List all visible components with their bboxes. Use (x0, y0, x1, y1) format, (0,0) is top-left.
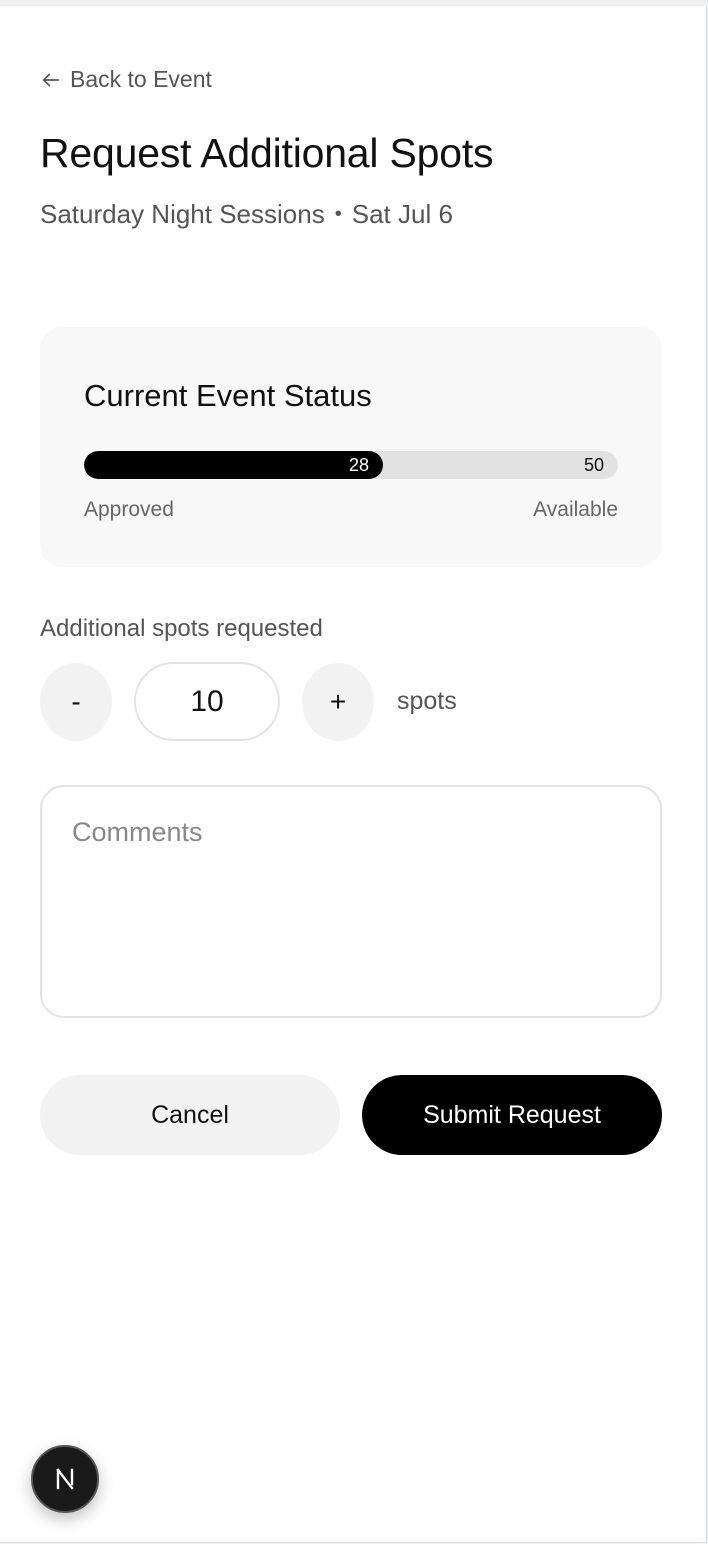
back-to-event-link[interactable]: Back to Event (40, 66, 212, 93)
available-count: 50 (583, 455, 604, 475)
increment-button[interactable]: + (302, 662, 374, 741)
separator-dot: • (334, 203, 342, 225)
nextjs-dev-button[interactable] (31, 1445, 99, 1513)
additional-spots-label: Additional spots requested (40, 615, 323, 642)
n-logo-icon (56, 1468, 74, 1490)
capacity-progress-bar: 28 50 (84, 451, 618, 479)
event-date: Sat Jul 6 (351, 199, 453, 229)
event-subtitle: Saturday Night Sessions • Sat Jul 6 (40, 199, 453, 230)
cancel-button[interactable]: Cancel (40, 1075, 340, 1155)
approved-count: 28 (349, 455, 370, 475)
approved-label: Approved (84, 498, 174, 521)
available-label: Available (533, 498, 618, 521)
comments-textarea[interactable] (40, 785, 662, 1018)
back-label: Back to Event (70, 66, 212, 92)
approved-progress-fill (84, 451, 383, 479)
event-status-card: Current Event Status 28 50 Approved Avai… (40, 327, 662, 567)
arrow-left-icon (42, 73, 60, 86)
decrement-button[interactable]: - (40, 662, 112, 741)
page-title: Request Additional Spots (40, 130, 494, 176)
spots-unit-label: spots (397, 687, 457, 715)
spots-stepper: - + spots (40, 662, 457, 741)
page: Back to Event Request Additional Spots S… (0, 6, 707, 1543)
submit-request-button[interactable]: Submit Request (362, 1075, 662, 1155)
spots-quantity-input[interactable] (134, 662, 280, 741)
event-name: Saturday Night Sessions (40, 199, 325, 229)
status-title: Current Event Status (84, 378, 372, 413)
